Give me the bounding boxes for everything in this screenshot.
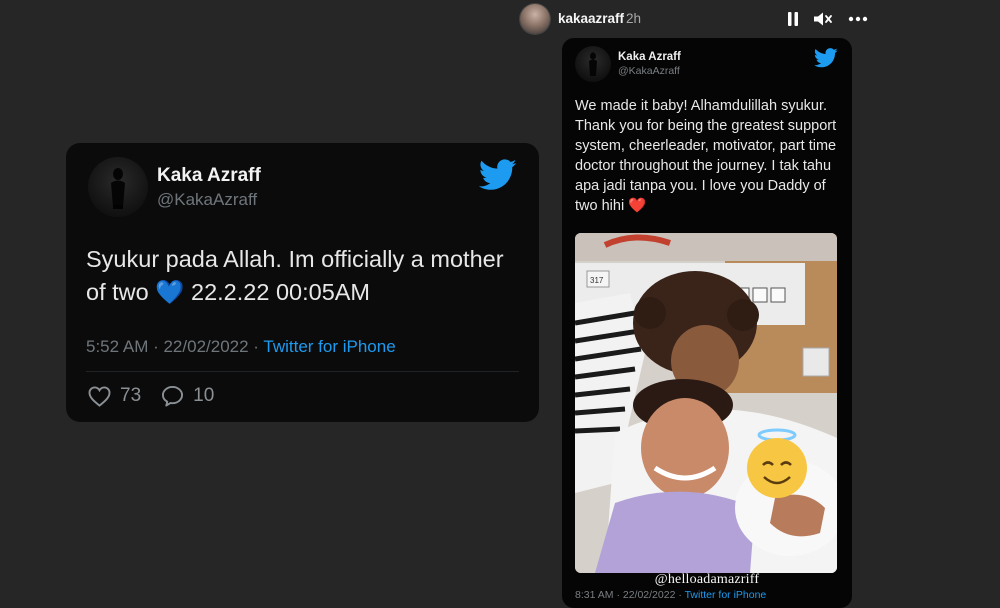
- author-handle[interactable]: @KakaAzraff: [618, 65, 680, 77]
- reply-icon: [162, 385, 184, 407]
- tweet-text: We made it baby! Alhamdulillah syukur. T…: [575, 98, 837, 214]
- story-time: 2h: [626, 11, 642, 26]
- room-label: 317: [590, 276, 604, 285]
- reply-button[interactable]: 10: [161, 385, 214, 407]
- reply-count: 10: [193, 385, 215, 406]
- divider: [86, 371, 519, 372]
- author-handle[interactable]: @KakaAzraff: [157, 190, 257, 210]
- tweet-time: 8:31 AM · 22/02/2022 ·: [575, 589, 685, 601]
- tweet-source-link[interactable]: Twitter for iPhone: [263, 337, 395, 356]
- more-icon: [848, 16, 868, 22]
- tweet-actions: 73 10: [88, 385, 234, 407]
- left-tweet-card: Kaka Azraff @KakaAzraff Syukur pada Alla…: [66, 143, 539, 422]
- like-button[interactable]: 73: [88, 385, 141, 407]
- avatar[interactable]: [88, 157, 148, 217]
- heart-icon: [88, 385, 111, 407]
- pause-button[interactable]: [782, 8, 804, 30]
- tweet-photo[interactable]: 317: [575, 233, 837, 573]
- story-avatar[interactable]: [520, 4, 550, 34]
- author-name[interactable]: Kaka Azraff: [618, 51, 681, 63]
- tweet-timestamp: 8:31 AM · 22/02/2022 · Twitter for iPhon…: [575, 589, 766, 601]
- more-options-button[interactable]: [847, 8, 869, 30]
- mute-button[interactable]: [812, 8, 834, 30]
- tweet-timestamp: 5:52 AM · 22/02/2022 · Twitter for iPhon…: [86, 337, 396, 357]
- tweet-text: Syukur pada Allah. Im officially a mothe…: [86, 246, 504, 305]
- tweet-source-link[interactable]: Twitter for iPhone: [685, 589, 767, 601]
- avatar[interactable]: [575, 46, 611, 82]
- story-username[interactable]: kakaazraff: [558, 11, 624, 26]
- right-tweet-card: Kaka Azraff @KakaAzraff We made it baby!…: [562, 38, 852, 608]
- like-count: 73: [120, 385, 142, 406]
- mute-icon: [814, 12, 832, 26]
- twitter-bird-icon: [814, 48, 838, 68]
- mention-sticker[interactable]: @helloadamazriff: [562, 572, 852, 588]
- author-name[interactable]: Kaka Azraff: [157, 165, 261, 187]
- tweet-time: 5:52 AM · 22/02/2022 ·: [86, 337, 264, 356]
- pause-icon: [788, 12, 798, 26]
- twitter-bird-icon: [479, 159, 517, 190]
